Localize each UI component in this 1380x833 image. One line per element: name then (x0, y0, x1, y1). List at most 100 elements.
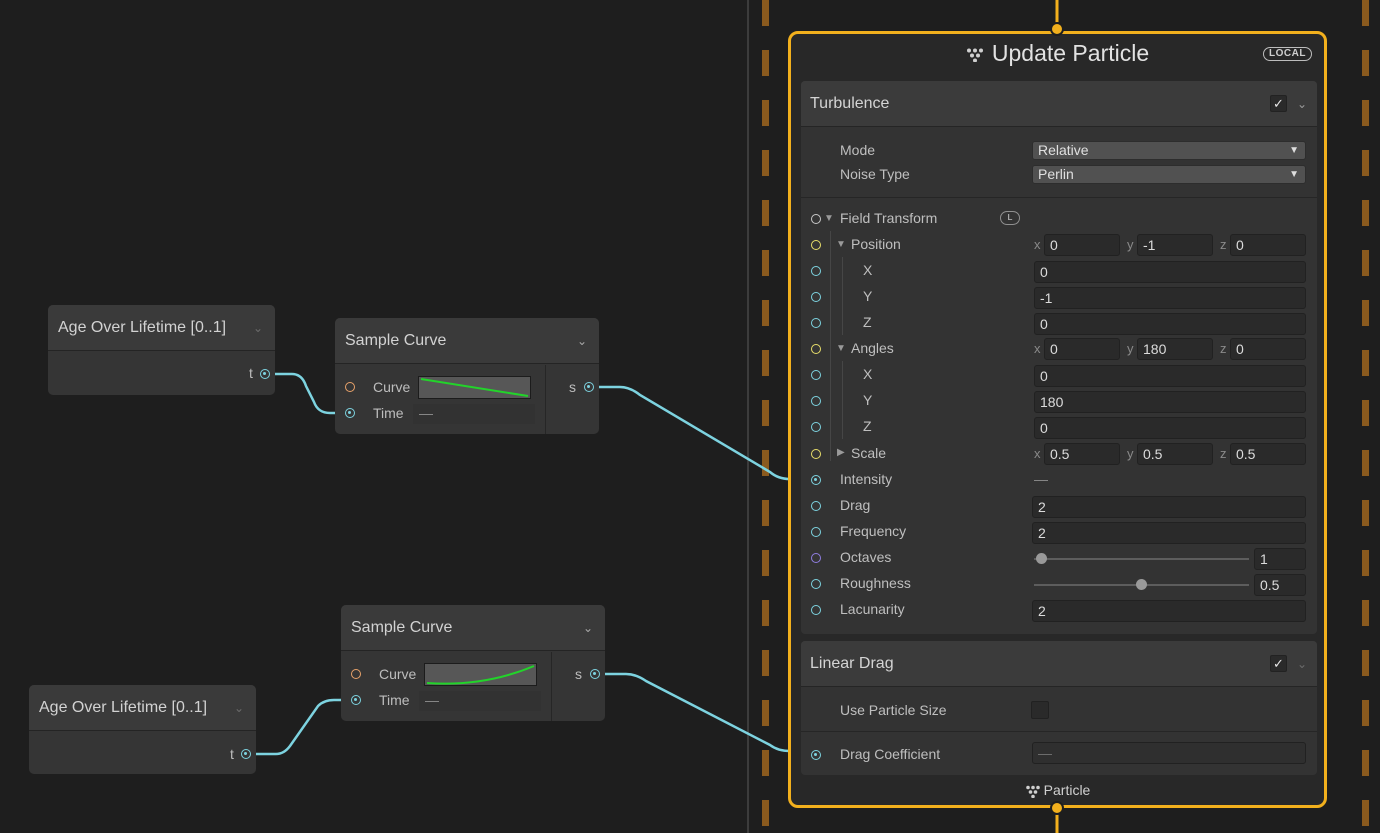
frequency-field[interactable]: 2 (1032, 522, 1306, 544)
lacunarity-field[interactable]: 2 (1032, 600, 1306, 622)
node-header[interactable]: Age Over Lifetime [0..1] ⌄ (29, 685, 256, 731)
local-space-badge[interactable]: L (1000, 211, 1020, 225)
input-port-position[interactable] (811, 240, 821, 250)
input-port-time[interactable] (345, 408, 355, 418)
input-port-position-z[interactable] (811, 318, 821, 328)
axis-y-label: y (1127, 341, 1134, 356)
curve-preview[interactable] (424, 663, 537, 686)
angles-z-label: Z (863, 418, 872, 434)
age-over-lifetime-node-bottom[interactable]: Age Over Lifetime [0..1] ⌄ t (29, 685, 256, 774)
sample-curve-node-top[interactable]: Sample Curve ⌄ Curve Time — s (335, 318, 599, 434)
curve-preview[interactable] (418, 376, 531, 399)
hierarchy-guide (842, 361, 843, 439)
drag-field[interactable]: 2 (1032, 496, 1306, 518)
output-port-t[interactable] (241, 749, 251, 759)
input-port-lacunarity[interactable] (811, 605, 821, 615)
block-header[interactable]: Turbulence ✓ ⌄ (801, 81, 1317, 127)
input-port-angles-z[interactable] (811, 422, 821, 432)
chevron-down-icon[interactable]: ⌄ (1297, 641, 1307, 687)
node-header[interactable]: Sample Curve ⌄ (335, 318, 599, 364)
octaves-slider-knob[interactable] (1036, 553, 1047, 564)
angles-y-value-field[interactable]: 180 (1034, 391, 1306, 413)
expand-triangle-icon[interactable]: ▼ (836, 343, 846, 354)
position-x-field[interactable]: 0 (1044, 234, 1120, 256)
time-value: — (419, 405, 433, 421)
hierarchy-guide (830, 231, 831, 461)
scale-y-field[interactable]: 0.5 (1137, 443, 1213, 465)
input-port-drag[interactable] (811, 501, 821, 511)
enable-checkbox[interactable]: ✓ (1270, 95, 1287, 112)
field-transform-label: Field Transform (840, 210, 938, 226)
chevron-down-icon[interactable]: ⌄ (234, 685, 244, 731)
node-header[interactable]: Age Over Lifetime [0..1] ⌄ (48, 305, 275, 351)
node-header[interactable]: Sample Curve ⌄ (341, 605, 605, 651)
angles-z-value-field[interactable]: 0 (1034, 417, 1306, 439)
input-port-angles[interactable] (811, 344, 821, 354)
input-port-time[interactable] (351, 695, 361, 705)
roughness-field[interactable]: 0.5 (1254, 574, 1306, 596)
turbulence-block[interactable]: Turbulence ✓ ⌄ Mode Relative ▼ Noise Typ… (801, 81, 1317, 634)
drag-coefficient-field[interactable]: — (1032, 742, 1306, 764)
expand-triangle-icon[interactable]: ▼ (836, 239, 846, 250)
enable-checkbox[interactable]: ✓ (1270, 655, 1287, 672)
output-label-t: t (230, 746, 234, 762)
angles-x-field[interactable]: 0 (1044, 338, 1120, 360)
input-port-octaves[interactable] (811, 553, 821, 563)
roughness-label: Roughness (840, 575, 911, 591)
particle-icon (966, 48, 983, 63)
octaves-slider-track[interactable] (1034, 558, 1249, 560)
chevron-down-icon[interactable]: ⌄ (253, 305, 263, 351)
input-port-curve[interactable] (351, 669, 361, 679)
graph-canvas[interactable]: Age Over Lifetime [0..1] ⌄ t Sample Curv… (0, 0, 1380, 833)
input-port-position-y[interactable] (811, 292, 821, 302)
chevron-down-icon[interactable]: ⌄ (583, 605, 593, 651)
use-particle-size-checkbox[interactable] (1031, 701, 1049, 719)
input-port-field-transform[interactable] (811, 214, 821, 224)
input-port-drag-coefficient[interactable] (811, 750, 821, 760)
position-x-value-field[interactable]: 0 (1034, 261, 1306, 283)
scale-x-field[interactable]: 0.5 (1044, 443, 1120, 465)
age-over-lifetime-node-top[interactable]: Age Over Lifetime [0..1] ⌄ t (48, 305, 275, 395)
drag-label: Drag (840, 497, 871, 513)
chevron-down-icon[interactable]: ⌄ (577, 318, 587, 364)
input-port-scale[interactable] (811, 449, 821, 459)
input-port-roughness[interactable] (811, 579, 821, 589)
linear-drag-block[interactable]: Linear Drag ✓ ⌄ Use Particle Size Drag C… (801, 641, 1317, 775)
input-port-frequency[interactable] (811, 527, 821, 537)
flow-input-port[interactable] (1050, 22, 1064, 36)
expand-triangle-icon[interactable]: ▼ (824, 213, 834, 224)
wire-sample-bottom-to-drag-coef[interactable] (600, 672, 815, 753)
scale-z-field[interactable]: 0.5 (1230, 443, 1306, 465)
input-port-curve[interactable] (345, 382, 355, 392)
sample-curve-node-bottom[interactable]: Sample Curve ⌄ Curve Time — s (341, 605, 605, 721)
flow-output-port[interactable] (1050, 801, 1064, 815)
wire-sample-top-to-intensity[interactable] (595, 385, 815, 481)
noise-type-dropdown[interactable]: Perlin ▼ (1032, 165, 1306, 184)
chevron-down-icon[interactable]: ⌄ (1297, 81, 1307, 127)
output-port-t[interactable] (260, 369, 270, 379)
position-z-label: Z (863, 314, 872, 330)
input-port-angles-x[interactable] (811, 370, 821, 380)
context-footer: Particle (791, 782, 1324, 799)
position-z-field[interactable]: 0 (1230, 234, 1306, 256)
input-port-position-x[interactable] (811, 266, 821, 276)
space-toggle-badge[interactable]: LOCAL (1263, 47, 1312, 61)
position-z-value-field[interactable]: 0 (1034, 313, 1306, 335)
position-y-field[interactable]: -1 (1137, 234, 1213, 256)
input-port-intensity[interactable] (811, 475, 821, 485)
angles-y-field[interactable]: 180 (1137, 338, 1213, 360)
input-port-angles-y[interactable] (811, 396, 821, 406)
position-label: Position (851, 236, 901, 252)
output-port-s[interactable] (584, 382, 594, 392)
position-y-value-field[interactable]: -1 (1034, 287, 1306, 309)
expand-triangle-icon[interactable]: ▶ (837, 447, 845, 458)
angles-z-field[interactable]: 0 (1230, 338, 1306, 360)
node-title: Age Over Lifetime [0..1] (58, 319, 227, 336)
output-port-s[interactable] (590, 669, 600, 679)
mode-dropdown[interactable]: Relative ▼ (1032, 141, 1306, 160)
roughness-slider-knob[interactable] (1136, 579, 1147, 590)
octaves-field[interactable]: 1 (1254, 548, 1306, 570)
block-header[interactable]: Linear Drag ✓ ⌄ (801, 641, 1317, 687)
angles-x-value-field[interactable]: 0 (1034, 365, 1306, 387)
update-particle-context[interactable]: Update Particle LOCAL Turbulence ✓ ⌄ Mod… (788, 31, 1327, 808)
